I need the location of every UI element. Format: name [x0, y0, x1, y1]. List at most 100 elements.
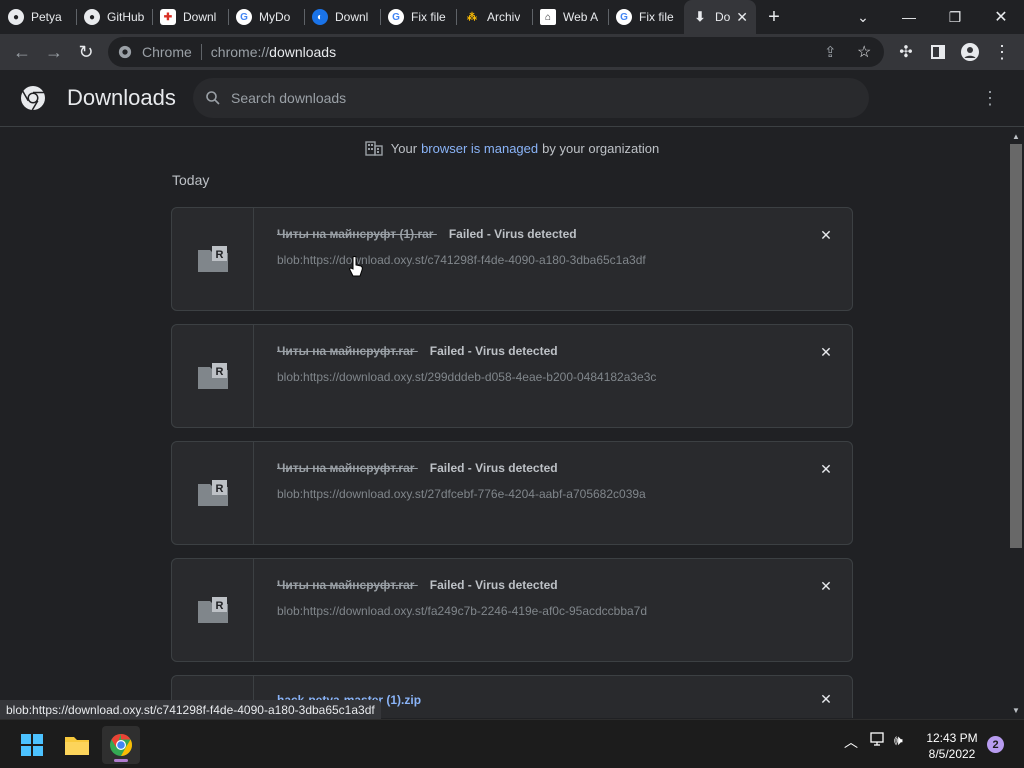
file-name-text: Читы на майнсруфт.rar — [277, 461, 415, 475]
svg-text:R: R — [215, 366, 223, 378]
download-item: R Читы на майнсруфт.rar Failed - Virus d… — [171, 324, 853, 428]
managed-prefix: Your — [390, 140, 418, 156]
tab-9[interactable]: ⬇ Do ✕ — [684, 0, 756, 34]
volume-icon[interactable]: 🕪 — [894, 732, 903, 749]
download-site-icon: ✚ — [160, 9, 176, 25]
tab-search-icon[interactable]: ⌄ — [840, 0, 886, 34]
managed-link[interactable]: browser is managed — [421, 141, 538, 156]
hand-cursor-icon — [349, 256, 363, 277]
page-scrollbar[interactable]: ▲ ▼ — [1008, 128, 1024, 718]
google-icon: G — [236, 9, 252, 25]
tab-1[interactable]: ● GitHub — [76, 0, 152, 34]
chrome-color-icon — [110, 734, 132, 756]
tab-7[interactable]: ⌂ Web A — [532, 0, 608, 34]
tab-5[interactable]: G Fix file — [380, 0, 456, 34]
link-status-bubble: blob:https://download.oxy.st/c741298f-f4… — [0, 700, 381, 720]
folder-icon — [65, 737, 89, 755]
system-clock[interactable]: 12:43 PM 8/5/2022 — [918, 730, 986, 762]
tab-label: Fix file — [639, 10, 674, 24]
rar-file-icon: R — [197, 246, 228, 272]
restore-icon[interactable]: ❐ — [932, 0, 978, 34]
extensions-icon[interactable]: ✣ — [890, 36, 922, 68]
download-item: R Читы на майнсруфт (1).rar Failed - Vir… — [171, 207, 853, 311]
scroll-thumb[interactable] — [1010, 144, 1022, 548]
search-input[interactable] — [231, 90, 831, 106]
file-name[interactable]: Читы на майнсруфт.rar Failed - Virus det… — [277, 344, 558, 358]
svg-text:R: R — [215, 600, 223, 612]
chrome-taskbar-button[interactable] — [102, 726, 140, 764]
file-name[interactable]: Читы на майнсруфт.rar Failed - Virus det… — [277, 461, 558, 475]
github-icon: ● — [8, 9, 24, 25]
tab-label: MyDo — [259, 10, 291, 24]
archive-icon: ⁂ — [467, 11, 477, 23]
bookmark-star-icon[interactable]: ☆ — [857, 42, 871, 62]
file-explorer-button[interactable] — [58, 726, 96, 764]
remove-download-icon[interactable]: ✕ — [816, 689, 836, 709]
share-icon[interactable]: ⇪ — [824, 43, 837, 61]
show-hidden-icons-icon[interactable]: ︿ — [844, 732, 858, 752]
start-button[interactable] — [13, 726, 51, 764]
close-window-icon[interactable]: ✕ — [978, 0, 1024, 34]
download-item: R Читы на майнсруфт.rar Failed - Virus d… — [171, 441, 853, 545]
page-menu-icon[interactable]: ⋮ — [976, 84, 1004, 112]
chrome-logo-icon — [21, 86, 45, 111]
rar-file-icon: R — [197, 597, 228, 623]
file-icon-cell: R — [172, 442, 254, 544]
file-url[interactable]: blob:https://download.oxy.st/c741298f-f4… — [277, 253, 646, 267]
remove-download-icon[interactable]: ✕ — [816, 459, 836, 479]
file-name[interactable]: Читы на майнсруфт.rar Failed - Virus det… — [277, 578, 558, 592]
download-item: R Читы на майнсруфт.rar Failed - Virus d… — [171, 558, 853, 662]
rar-file-icon: R — [197, 363, 228, 389]
github-icon: ● — [84, 9, 100, 25]
clock-date: 8/5/2022 — [928, 747, 976, 761]
windows-taskbar: ︿ 🕪 12:43 PM 8/5/2022 2 — [0, 719, 1024, 768]
profile-icon[interactable] — [954, 36, 986, 68]
tab-6[interactable]: ⁂ Archiv — [456, 0, 532, 34]
file-icon-cell: R — [172, 208, 254, 310]
browser-toolbar: ← → ↻ Chrome chrome://downloads ⇪ ☆ ✣ ⋮ — [0, 34, 1024, 70]
network-icon[interactable] — [870, 732, 886, 749]
remove-download-icon[interactable]: ✕ — [816, 342, 836, 362]
tab-2[interactable]: ✚ Downl — [152, 0, 228, 34]
tab-3[interactable]: G MyDo — [228, 0, 304, 34]
search-box[interactable] — [193, 78, 869, 118]
minimize-icon[interactable]: — — [886, 0, 932, 34]
tab-0[interactable]: ● Petya — [0, 0, 76, 34]
page-title: Downloads — [67, 85, 176, 110]
url-scheme: chrome:// — [210, 44, 270, 60]
file-url[interactable]: blob:https://download.oxy.st/299dddeb-d0… — [277, 370, 656, 384]
forward-button[interactable]: → — [38, 36, 70, 68]
scroll-down-icon[interactable]: ▼ — [1008, 702, 1024, 718]
file-url[interactable]: blob:https://download.oxy.st/fa249c7b-22… — [277, 604, 647, 618]
web-archive-icon: ⌂ — [540, 9, 556, 25]
new-tab-button[interactable]: + — [756, 0, 792, 34]
reload-button[interactable]: ↻ — [70, 36, 102, 68]
menu-kebab-icon[interactable]: ⋮ — [986, 36, 1018, 68]
tab-8[interactable]: G Fix file — [608, 0, 684, 34]
file-icon-cell: R — [172, 559, 254, 661]
file-url[interactable]: blob:https://download.oxy.st/27dfcebf-77… — [277, 487, 646, 501]
tab-label: Web A — [563, 10, 599, 24]
downloads-list: Your browser is managed by your organiza… — [0, 128, 1008, 718]
back-button[interactable]: ← — [6, 36, 38, 68]
tab-label: Downl — [335, 10, 369, 24]
side-panel-icon[interactable] — [922, 36, 954, 68]
address-bar[interactable]: Chrome chrome://downloads ⇪ ☆ — [108, 37, 884, 67]
close-tab-icon[interactable]: ✕ — [736, 9, 748, 26]
remove-download-icon[interactable]: ✕ — [816, 225, 836, 245]
notification-badge[interactable]: 2 — [987, 736, 1004, 753]
tab-label: Archiv — [487, 10, 521, 24]
chrome-icon — [118, 45, 132, 59]
remove-download-icon[interactable]: ✕ — [816, 576, 836, 596]
scroll-up-icon[interactable]: ▲ — [1008, 128, 1024, 144]
chrome-chip[interactable]: Chrome — [108, 44, 192, 60]
building-icon — [365, 141, 383, 156]
svg-text:R: R — [215, 249, 223, 261]
tab-label: Do — [715, 10, 731, 24]
download-icon: ⬇ — [694, 9, 706, 24]
tab-4[interactable]: ◐ Downl — [304, 0, 380, 34]
file-name-text: Читы на майнсруфт.rar — [277, 344, 415, 358]
download-status: Failed - Virus detected — [448, 227, 577, 241]
download-status: Failed - Virus detected — [429, 578, 558, 592]
file-name[interactable]: Читы на майнсруфт (1).rar Failed - Virus… — [277, 227, 577, 241]
